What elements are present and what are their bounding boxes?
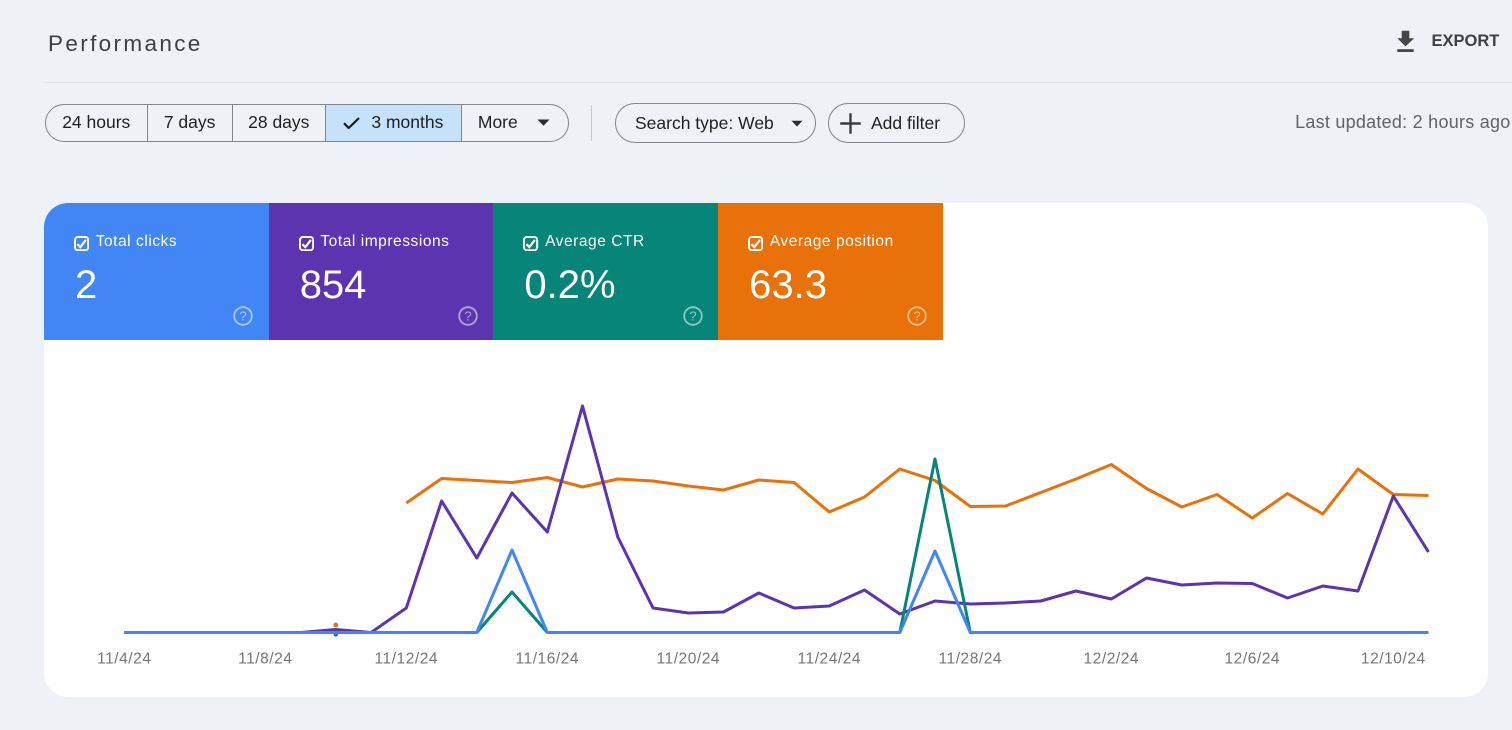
svg-text:12/2/24: 12/2/24 — [1084, 651, 1140, 668]
svg-text:11/24/24: 11/24/24 — [798, 651, 862, 668]
svg-text:11/12/24: 11/12/24 — [375, 651, 439, 668]
svg-text:11/4/24: 11/4/24 — [97, 651, 151, 668]
svg-text:11/8/24: 11/8/24 — [238, 651, 292, 668]
svg-text:12/6/24: 12/6/24 — [1225, 651, 1281, 668]
svg-text:11/28/24: 11/28/24 — [939, 651, 1003, 668]
svg-text:12/10/24: 12/10/24 — [1361, 651, 1426, 668]
svg-text:11/16/24: 11/16/24 — [516, 651, 580, 668]
svg-text:11/20/24: 11/20/24 — [657, 651, 721, 668]
